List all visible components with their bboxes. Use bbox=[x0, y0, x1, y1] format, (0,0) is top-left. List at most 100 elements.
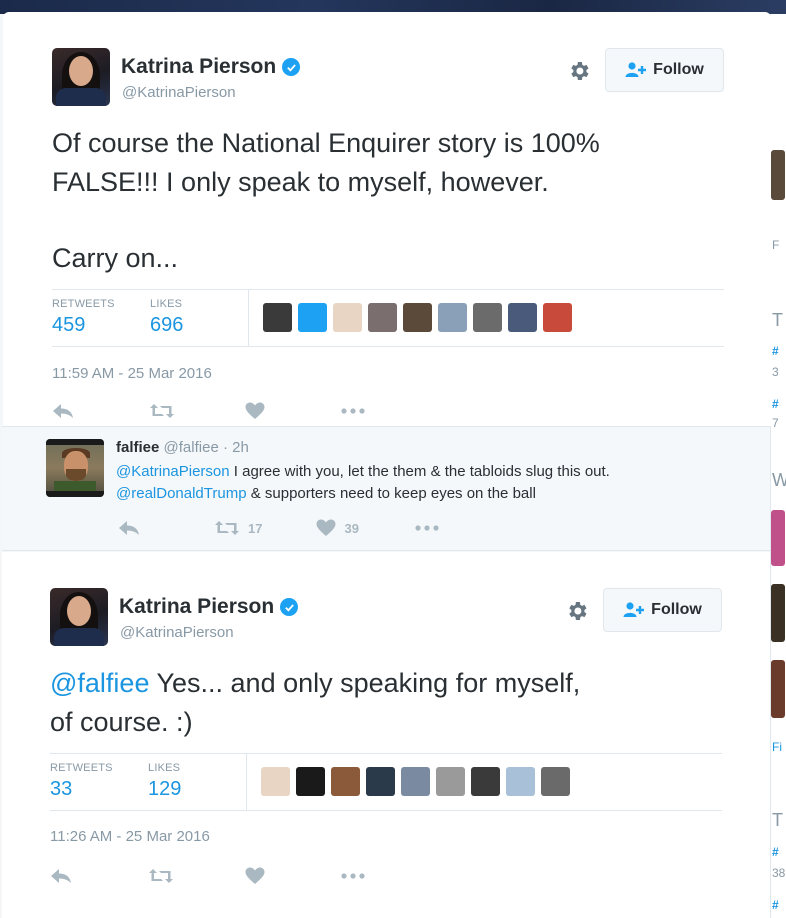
reply-text: @KatrinaPierson I agree with you, let th… bbox=[116, 461, 756, 505]
liker-avatar[interactable] bbox=[506, 767, 535, 796]
sidebar-thumb bbox=[771, 660, 785, 718]
sidebar-edge-text: 3 bbox=[772, 365, 779, 379]
liker-avatar[interactable] bbox=[401, 767, 430, 796]
sidebar-edge-text: T bbox=[772, 810, 783, 830]
likes-count[interactable]: 696 bbox=[150, 314, 183, 337]
sidebar-edge-text: Fi bbox=[772, 740, 782, 754]
liker-avatar[interactable] bbox=[543, 303, 572, 332]
author-row[interactable]: Katrina Pierson bbox=[121, 55, 301, 79]
avatar[interactable] bbox=[50, 588, 108, 646]
follow-icon bbox=[623, 602, 645, 617]
retweet-icon[interactable] bbox=[149, 403, 175, 419]
reply-author-name[interactable]: falfiee bbox=[116, 439, 159, 456]
retweets-count[interactable]: 33 bbox=[50, 778, 113, 801]
liker-avatar[interactable] bbox=[368, 303, 397, 332]
heart-icon[interactable] bbox=[245, 402, 265, 420]
liker-avatar[interactable] bbox=[508, 303, 537, 332]
more-icon[interactable] bbox=[341, 408, 365, 414]
follow-button[interactable]: Follow bbox=[605, 48, 724, 92]
tweet-text-part: Yes... and only speaking for myself, bbox=[149, 668, 581, 698]
liker-avatar[interactable] bbox=[473, 303, 502, 332]
retweet-icon[interactable] bbox=[148, 868, 174, 884]
retweets-label: RETWEETS bbox=[50, 762, 113, 774]
sidebar-edge-text: # bbox=[772, 845, 779, 859]
likers-list bbox=[263, 303, 572, 332]
liker-avatar[interactable] bbox=[366, 767, 395, 796]
retweets-stat[interactable]: RETWEETS 33 bbox=[50, 762, 113, 801]
reply-text-part: I agree with you, let the them & the tab… bbox=[229, 463, 610, 480]
reply-icon[interactable] bbox=[52, 403, 74, 419]
tweet-actions bbox=[50, 867, 365, 885]
mention-link[interactable]: @realDonaldTrump bbox=[116, 485, 247, 502]
follow-icon bbox=[625, 62, 647, 77]
tweet-stats: RETWEETS 459 LIKES 696 bbox=[52, 289, 724, 347]
sidebar-edge-text: # bbox=[772, 397, 779, 411]
tweet-stats: RETWEETS 33 LIKES 129 bbox=[50, 753, 722, 811]
author-handle[interactable]: @KatrinaPierson bbox=[120, 624, 234, 641]
reply-time[interactable]: 2h bbox=[232, 439, 249, 456]
sidebar-thumb bbox=[771, 510, 785, 566]
tweet-text-line: Carry on... bbox=[52, 243, 179, 273]
mention-link[interactable]: @KatrinaPierson bbox=[116, 463, 230, 480]
liker-avatar[interactable] bbox=[438, 303, 467, 332]
heart-icon[interactable] bbox=[245, 867, 265, 885]
avatar[interactable] bbox=[46, 439, 104, 497]
follow-button[interactable]: Follow bbox=[603, 588, 722, 632]
likes-stat[interactable]: LIKES 696 bbox=[150, 298, 183, 337]
liker-avatar[interactable] bbox=[298, 303, 327, 332]
reply-tweet[interactable]: falfiee @falfiee · 2h @KatrinaPierson I … bbox=[2, 426, 770, 551]
liker-avatar[interactable] bbox=[261, 767, 290, 796]
author-row[interactable]: Katrina Pierson bbox=[119, 595, 299, 619]
gear-icon[interactable] bbox=[567, 59, 591, 83]
liker-avatar[interactable] bbox=[331, 767, 360, 796]
author-name[interactable]: Katrina Pierson bbox=[119, 595, 274, 619]
reply-icon[interactable] bbox=[50, 868, 72, 884]
like-count: 39 bbox=[344, 520, 359, 536]
sidebar-edge-text: # bbox=[772, 344, 779, 358]
author-name[interactable]: Katrina Pierson bbox=[121, 55, 276, 79]
mention-link[interactable]: @falfiee bbox=[50, 668, 149, 698]
tweet-text-line: of course. :) bbox=[50, 707, 193, 737]
tweet-actions bbox=[52, 402, 365, 420]
heart-icon[interactable] bbox=[316, 519, 336, 537]
liker-avatar[interactable] bbox=[403, 303, 432, 332]
liker-avatar[interactable] bbox=[471, 767, 500, 796]
sidebar-thumb bbox=[771, 584, 785, 642]
reply-retweet-action[interactable]: 17 bbox=[214, 520, 262, 536]
tweet-timestamp[interactable]: 11:59 AM - 25 Mar 2016 bbox=[52, 365, 212, 382]
retweets-count[interactable]: 459 bbox=[52, 314, 115, 337]
author-handle[interactable]: @KatrinaPierson bbox=[122, 84, 236, 101]
liker-avatar[interactable] bbox=[541, 767, 570, 796]
retweet-icon[interactable] bbox=[214, 520, 240, 536]
likes-count[interactable]: 129 bbox=[148, 778, 181, 801]
sidebar-edge-text: 7 bbox=[772, 416, 779, 430]
retweets-stat[interactable]: RETWEETS 459 bbox=[52, 298, 115, 337]
sidebar-edge-text: # bbox=[772, 898, 779, 912]
likes-stat[interactable]: LIKES 129 bbox=[148, 762, 181, 801]
reply-author-handle[interactable]: @falfiee bbox=[164, 439, 219, 456]
retweets-label: RETWEETS bbox=[52, 298, 115, 310]
reply-like-action[interactable]: 39 bbox=[316, 519, 359, 537]
sidebar-edge-text: F bbox=[772, 238, 780, 252]
liker-avatar[interactable] bbox=[436, 767, 465, 796]
stats-divider bbox=[246, 754, 247, 810]
reply-header: falfiee @falfiee · 2h bbox=[116, 439, 249, 456]
liker-avatar[interactable] bbox=[263, 303, 292, 332]
avatar[interactable] bbox=[52, 48, 110, 106]
tweet-text-blank bbox=[52, 202, 752, 239]
liker-avatar[interactable] bbox=[296, 767, 325, 796]
tweet-timestamp[interactable]: 11:26 AM - 25 Mar 2016 bbox=[50, 828, 210, 845]
tweet-card: Katrina Pierson @KatrinaPierson Follow @… bbox=[2, 552, 770, 918]
more-icon[interactable] bbox=[341, 873, 365, 879]
likers-list bbox=[261, 767, 570, 796]
sidebar-edge-text: W bbox=[772, 470, 786, 490]
reply-icon[interactable] bbox=[118, 520, 140, 536]
sidebar-edge-text: 38 bbox=[772, 866, 786, 880]
more-icon[interactable] bbox=[415, 525, 439, 531]
verified-badge-icon bbox=[282, 58, 301, 76]
verified-badge-icon bbox=[280, 598, 299, 616]
tweet-card: Katrina Pierson @KatrinaPierson Follow O… bbox=[3, 12, 771, 426]
gear-icon[interactable] bbox=[565, 599, 589, 623]
tweet-text-line: Of course the National Enquirer story is… bbox=[52, 128, 600, 158]
liker-avatar[interactable] bbox=[333, 303, 362, 332]
